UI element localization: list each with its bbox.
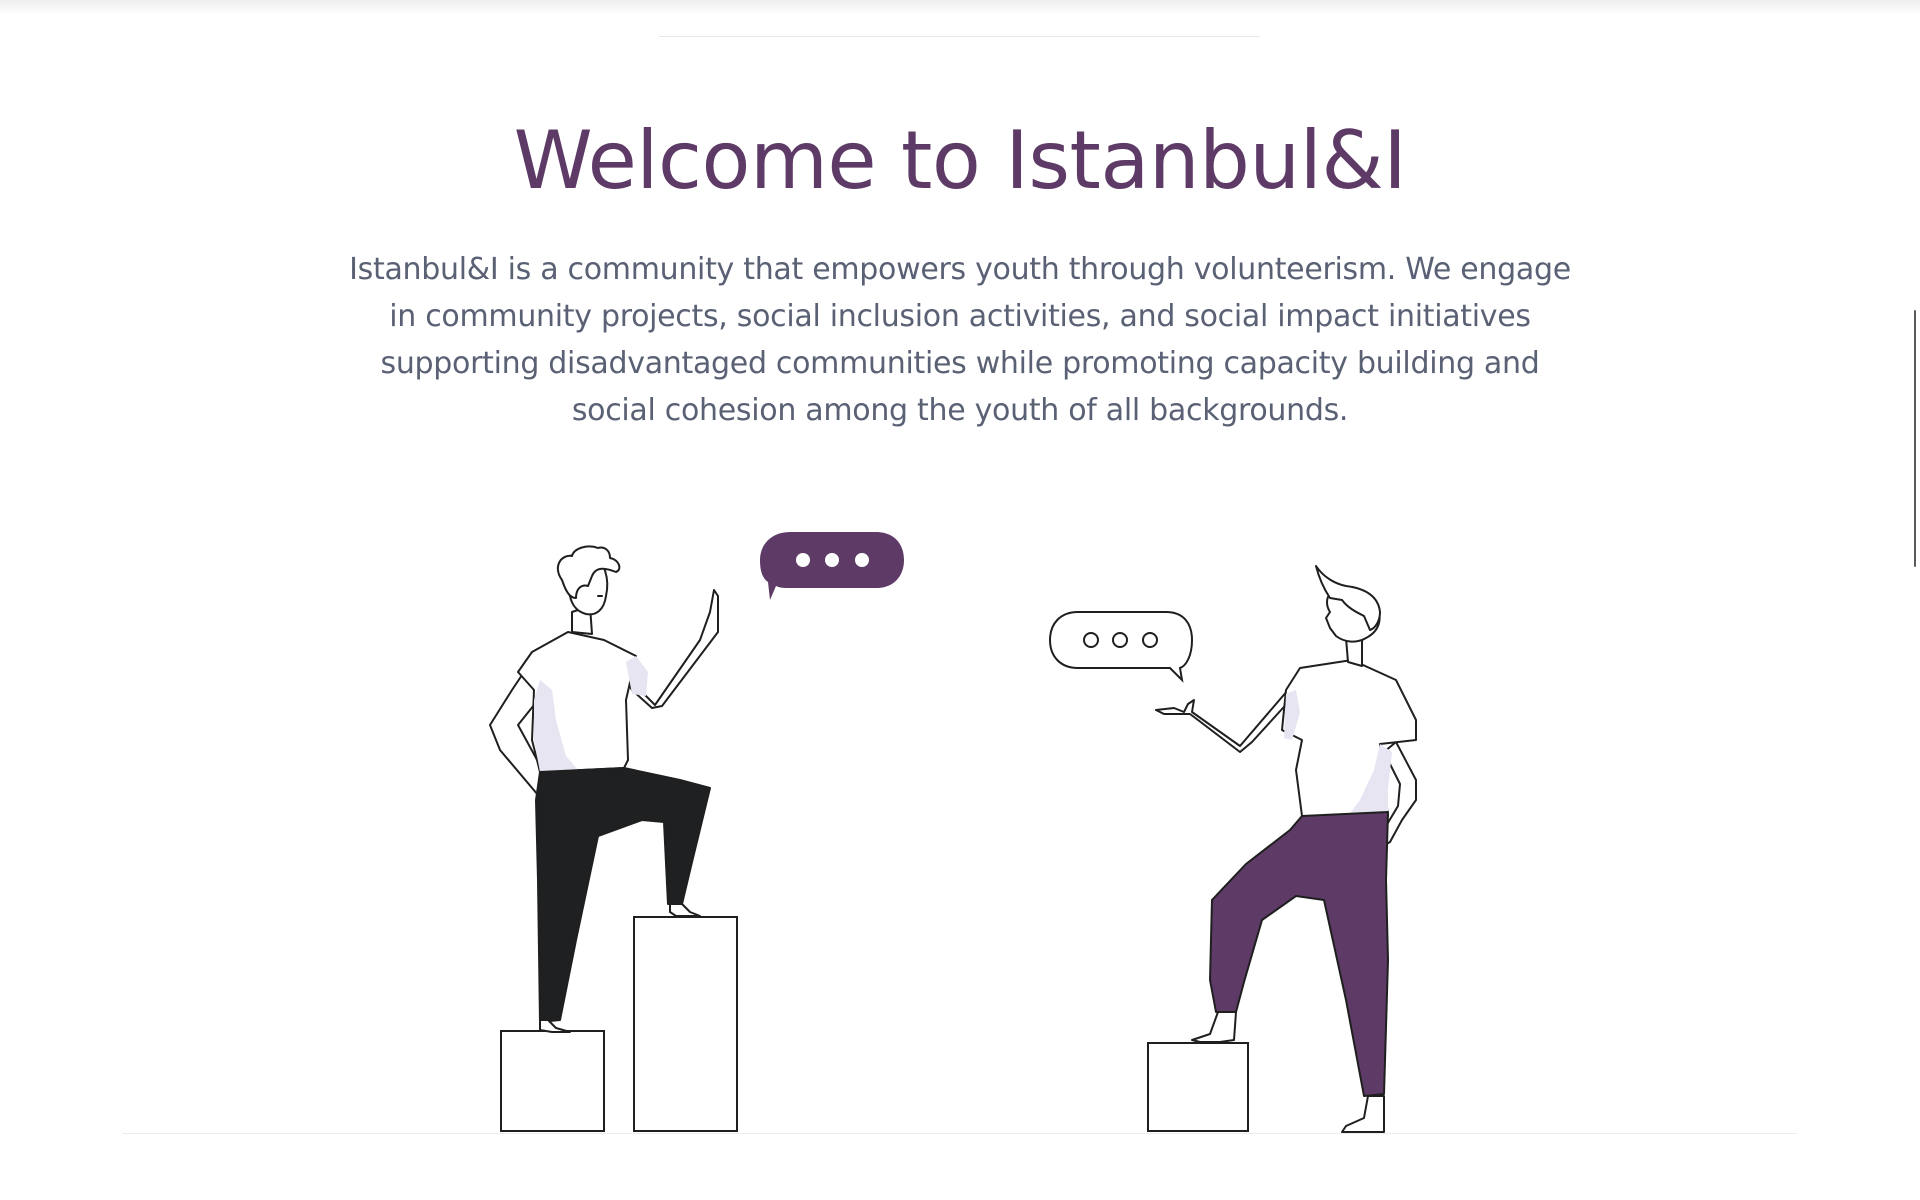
speech-bubble-filled-icon bbox=[760, 532, 904, 600]
scrollbar-thumb[interactable] bbox=[1914, 310, 1916, 567]
pedestal-box-tall-left bbox=[633, 916, 738, 1132]
bottom-divider bbox=[122, 1133, 1797, 1134]
volunteers-illustration bbox=[489, 532, 1417, 1133]
page: Welcome to Istanbul&I Istanbul&I is a co… bbox=[0, 0, 1920, 1200]
pedestal-box-small-left bbox=[500, 1030, 605, 1132]
pedestal-box-right bbox=[1147, 1042, 1249, 1132]
speech-bubble-outline-icon bbox=[1048, 611, 1194, 683]
